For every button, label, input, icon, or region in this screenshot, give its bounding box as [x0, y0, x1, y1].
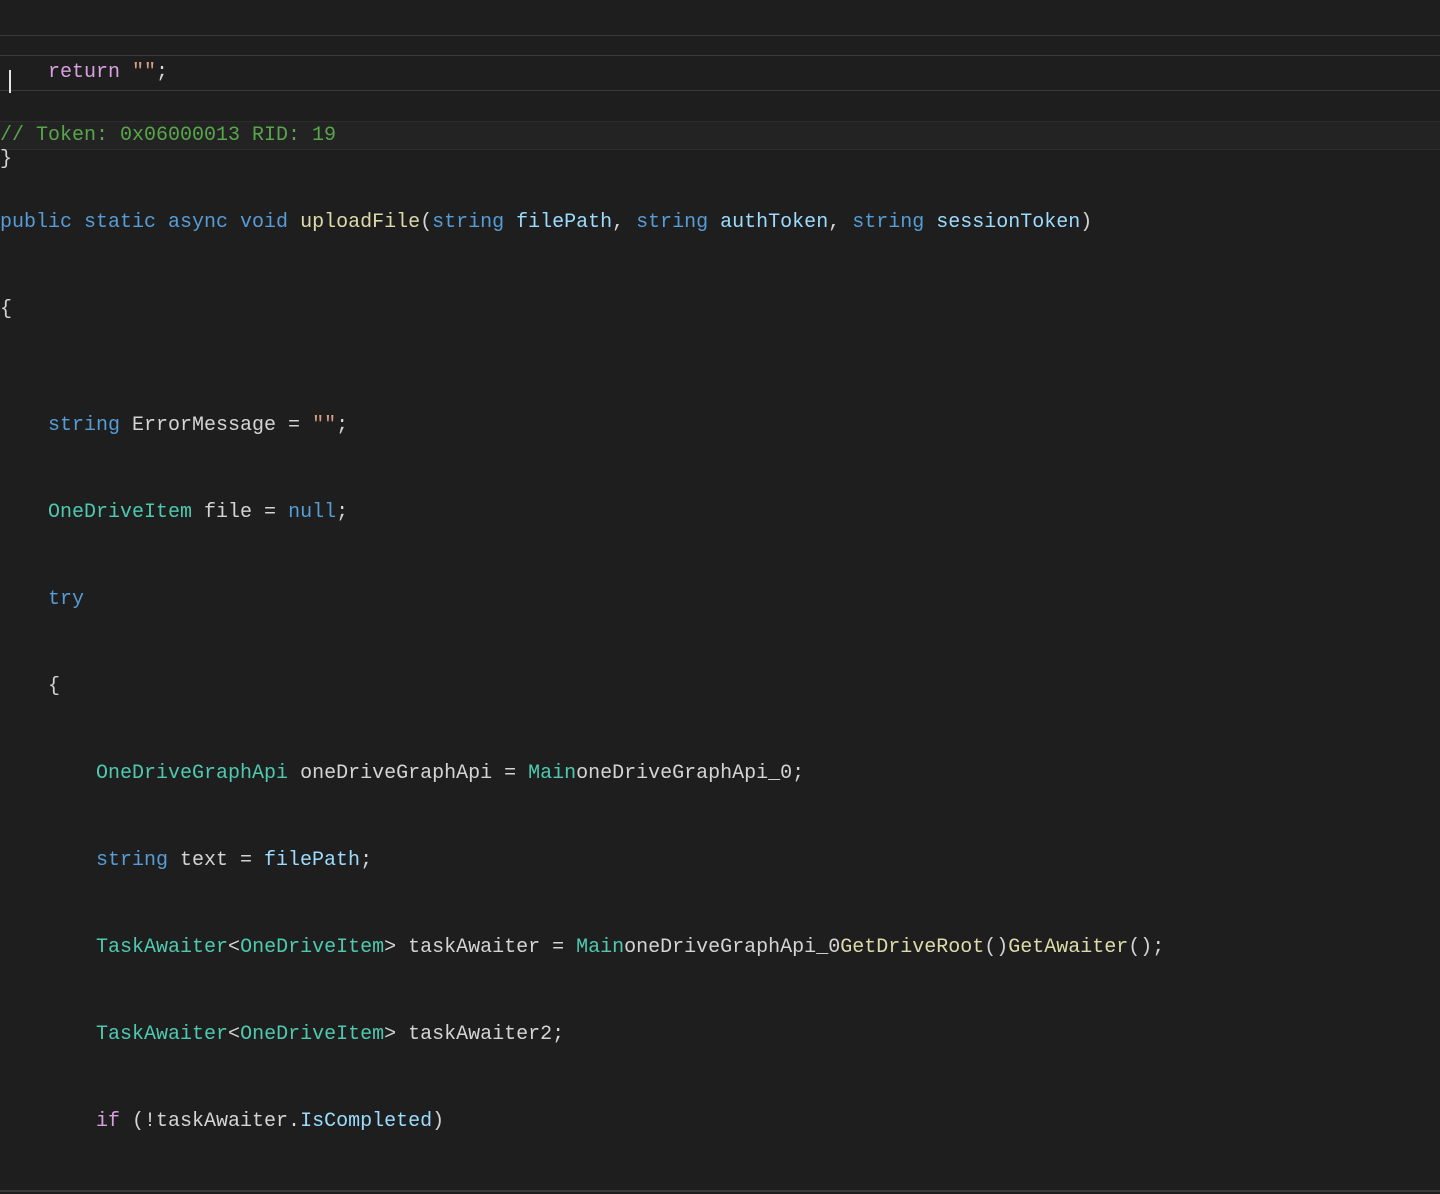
code-line[interactable]: { [0, 295, 1440, 324]
editor-bottom-border [0, 1190, 1440, 1192]
code-line[interactable]: OneDriveItem file = null; [0, 498, 1440, 527]
code-line[interactable]: // Token: 0x06000013 RID: 19 [0, 121, 1440, 150]
code-line[interactable]: public static async void uploadFile(stri… [0, 208, 1440, 237]
code-line[interactable]: string text = filePath; [0, 846, 1440, 875]
code-line[interactable]: try [0, 585, 1440, 614]
code-line[interactable]: OneDriveGraphApi oneDriveGraphApi = Main… [0, 759, 1440, 788]
code-line[interactable]: if (!taskAwaiter.IsCompleted) [0, 1107, 1440, 1136]
code-editor[interactable]: return ""; } // Token: 0x06000013 RID: 1… [0, 0, 1440, 377]
code-line[interactable]: { [0, 672, 1440, 701]
code-line[interactable]: string ErrorMessage = ""; [0, 411, 1440, 440]
code-line[interactable]: TaskAwaiter<OneDriveItem> taskAwaiter = … [0, 933, 1440, 962]
code-line[interactable]: TaskAwaiter<OneDriveItem> taskAwaiter2; [0, 1020, 1440, 1049]
comment-token: // Token: 0x06000013 RID: 19 [0, 124, 336, 147]
